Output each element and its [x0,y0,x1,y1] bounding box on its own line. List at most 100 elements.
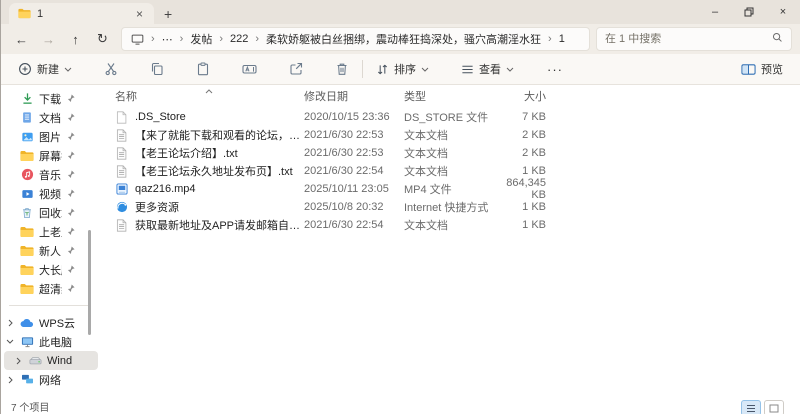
sidebar-item-视频[interactable]: 视频 [1,184,101,203]
breadcrumb-item[interactable]: 1 [559,33,565,45]
file-row[interactable]: .DS_Store 2020/10/15 23:36 DS_STORE 文件 7 KB [109,108,800,126]
search-icon [772,32,783,46]
txt-icon [115,146,128,160]
breadcrumb-separator: › [179,33,184,45]
sidebar-item-文档[interactable]: 文档 [1,108,101,127]
file-row[interactable]: 更多资源 2025/10/8 20:32 Internet 快捷方式 1 KB [109,198,800,216]
copy-icon [151,62,163,76]
sidebar-item-label: 新人【十七岁 [39,245,62,258]
file-size: 1 KB [522,201,546,213]
network-icon [20,374,34,385]
sidebar-item-下载[interactable]: 下载 [1,89,101,108]
back-icon[interactable]: ← [9,27,34,51]
chevron-right-icon[interactable] [13,357,23,365]
sidebar-item-Windows-SSD[interactable]: Windows-SSD [4,351,98,370]
chevron-right-icon[interactable] [5,319,15,327]
file-name: 【来了就能下载和观看的论坛，纯免费！】.txt [135,130,304,142]
tab-close-icon[interactable]: × [133,7,146,21]
sidebar-item-网络[interactable]: 网络 [1,370,101,389]
file-size: 1 KB [522,219,546,231]
search-box[interactable] [596,27,792,51]
drive-icon [28,356,42,366]
sidebar-item-图片[interactable]: 图片 [1,127,101,146]
chevron-right-icon[interactable] [5,376,15,384]
file-list: 名称 修改日期 类型 大小 .DS_Store 2020/10/15 23:36 D… [101,85,800,398]
up-icon[interactable]: ↑ [63,27,88,51]
navigation-pane: 下载文档图片屏幕截图音乐视频回收站上老王论坛当新人【十七岁大长腿性感姐超清纯美女… [1,85,101,398]
sidebar-item-超清纯美女校[interactable]: 超清纯美女校 [1,279,101,298]
file-size: 1 KB [522,165,546,177]
new-tab-button[interactable]: + [154,6,182,24]
file-name-cell[interactable]: qaz216.mp4 [109,183,304,195]
file-name-cell[interactable]: 获取最新地址及APP请发邮箱自动获取.txt [109,217,304,233]
preview-button[interactable]: 预览 [734,57,790,81]
sidebar-item-WPS云盘[interactable]: WPS云盘 [1,313,101,332]
paste-button[interactable] [189,57,217,81]
file-name-cell[interactable]: 更多资源 [109,199,304,215]
breadcrumb[interactable]: › ⋯ › 发帖 › 222 › 柔软娇躯被白丝捆绑，震动棒狂捣深处，骚穴高潮淫… [121,27,590,51]
pictures-icon [20,131,34,143]
folder-icon [20,226,34,238]
file-name: qaz216.mp4 [135,183,196,195]
file-row[interactable]: qaz216.mp4 2025/10/11 23:05 MP4 文件 864,345 … [109,177,800,201]
close-button[interactable]: × [766,1,800,23]
chevron-down-icon[interactable] [5,339,15,344]
preview-icon [741,63,756,76]
breadcrumb-item[interactable]: 柔软娇躯被白丝捆绑，震动棒狂捣深处，骚穴高潮淫水狂 [266,31,541,47]
sidebar-item-大长腿性感姐[interactable]: 大长腿性感姐 [1,260,101,279]
sidebar-item-新人【十七岁[interactable]: 新人【十七岁 [1,241,101,260]
new-button[interactable]: 新建 [11,57,79,81]
cut-button[interactable] [97,57,125,81]
file-size: 7 KB [522,111,546,123]
column-header-type[interactable]: 类型 [404,88,490,104]
forward-icon[interactable]: → [36,27,61,51]
sidebar-item-屏幕截图[interactable]: 屏幕截图 [1,146,101,165]
breadcrumb-separator: › [219,33,224,45]
rename-button[interactable] [235,57,264,81]
sort-button[interactable]: 排序 [369,57,436,81]
search-input[interactable] [605,33,766,45]
copy-button[interactable] [143,57,171,81]
restore-button[interactable] [732,1,766,23]
file-type: 文本文档 [404,220,448,232]
file-row[interactable]: 【来了就能下载和观看的论坛，纯免费！】.txt2021/6/30 22:53 文本… [109,126,800,144]
file-row[interactable]: 获取最新地址及APP请发邮箱自动获取.txt2021/6/30 22:54 文本文… [109,216,800,234]
view-icon [461,63,474,76]
sidebar-item-回收站[interactable]: 回收站 [1,203,101,222]
column-header-date[interactable]: 修改日期 [304,88,404,104]
rename-icon [242,64,257,74]
sidebar-item-label: WPS云盘 [39,317,75,330]
documents-icon [20,111,34,124]
sidebar-item-上老王论坛当[interactable]: 上老王论坛当 [1,222,101,241]
sidebar-scrollbar[interactable] [88,230,91,335]
sidebar-item-此电脑[interactable]: 此电脑 [1,332,101,351]
breadcrumb-item[interactable]: 发帖 [190,31,212,47]
view-button[interactable]: 查看 [454,57,521,81]
refresh-icon[interactable]: ↻ [90,27,115,51]
file-row[interactable]: 【老王论坛介绍】.txt 2021/6/30 22:53 文本文档 2 KB [109,144,800,162]
details-view-button[interactable] [741,400,761,414]
sidebar-item-label: 大长腿性感姐 [39,264,62,277]
share-button[interactable] [282,57,310,81]
large-icons-view-button[interactable] [764,400,784,414]
sidebar-item-音乐[interactable]: 音乐 [1,165,101,184]
download-icon [20,92,34,105]
file-date: 2021/6/30 22:54 [304,219,384,231]
file-name-cell[interactable]: .DS_Store [109,110,304,124]
minimize-button[interactable]: – [698,1,732,23]
more-options-icon[interactable]: ··· [539,62,571,77]
breadcrumb-item[interactable]: 222 [230,33,248,45]
file-row[interactable]: 【老王论坛永久地址发布页】.txt 2021/6/30 22:54 文本文档 1 KB [109,162,800,180]
file-name-cell[interactable]: 【老王论坛永久地址发布页】.txt [109,163,304,179]
delete-button[interactable] [328,57,356,81]
new-icon [18,62,32,76]
pin-icon [67,227,75,236]
file-name-cell[interactable]: 【来了就能下载和观看的论坛，纯免费！】.txt [109,127,304,143]
file-name: 【老王论坛永久地址发布页】.txt [135,166,293,178]
this-pc-icon [130,34,144,45]
tab-current[interactable]: 1 × [9,3,154,24]
file-name-cell[interactable]: 【老王论坛介绍】.txt [109,145,304,161]
column-header-size[interactable]: 大小 [490,88,546,104]
pin-icon [67,113,75,122]
breadcrumb-overflow[interactable]: ⋯ [162,33,173,46]
